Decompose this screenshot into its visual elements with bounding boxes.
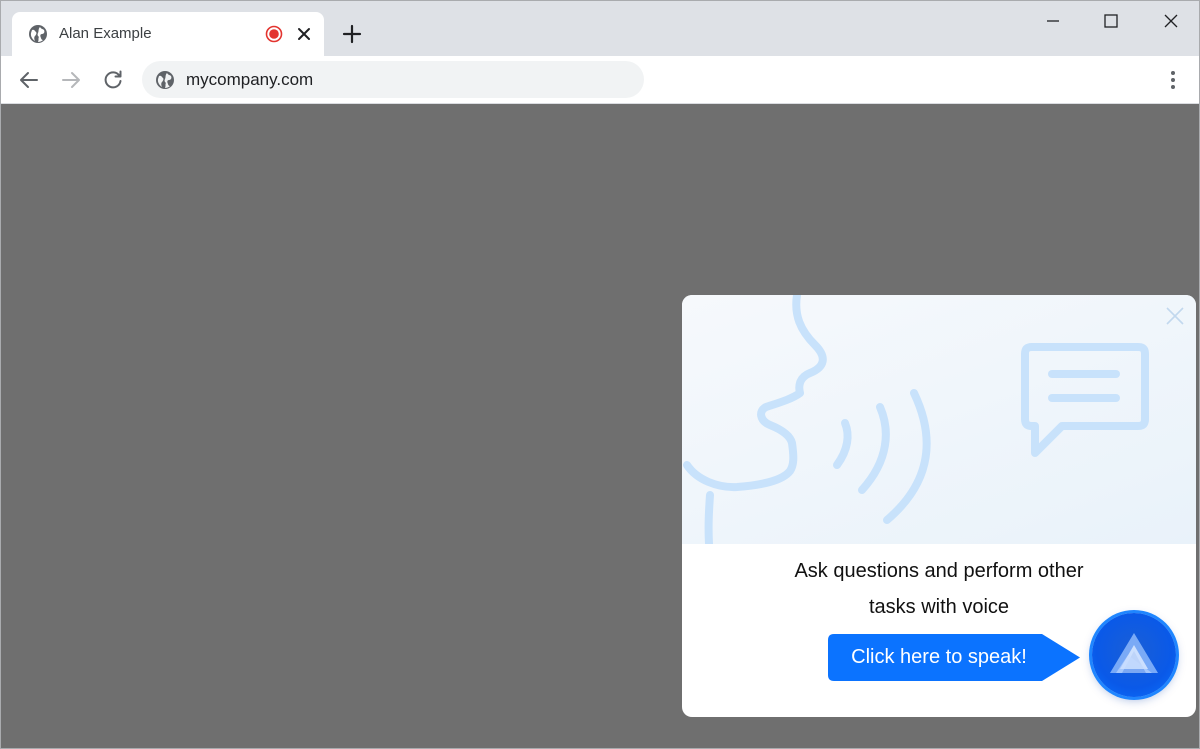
back-arrow-icon[interactable] [17,68,41,92]
globe-icon [156,71,174,89]
tab-strip: Alan Example [1,1,1199,56]
speaking-face-illustration [683,295,1149,548]
globe-icon [29,25,47,43]
voice-assistant-popup: Ask questions and perform other tasks wi… [682,295,1196,717]
address-bar[interactable]: mycompany.com [142,61,644,98]
browser-window: Alan Example mycompany.com Ask questions… [0,0,1200,749]
popup-message: Ask questions and perform other tasks wi… [682,553,1196,625]
popup-close-icon[interactable] [1164,305,1186,327]
reload-icon[interactable] [101,68,125,92]
more-menu-icon[interactable] [1161,68,1185,92]
address-url: mycompany.com [186,70,314,89]
speak-callout-button[interactable]: Click here to speak! [828,634,1080,681]
tab-close-icon[interactable] [295,25,313,43]
forward-arrow-icon[interactable] [59,68,83,92]
alan-voice-button[interactable] [1092,613,1176,697]
voice-illustration [682,295,1196,548]
speak-callout-label: Click here to speak! [851,646,1027,668]
window-close-icon[interactable] [1161,11,1181,31]
minimize-icon[interactable] [1043,11,1063,31]
recording-icon [265,25,283,43]
maximize-icon[interactable] [1101,11,1121,31]
new-tab-icon[interactable] [341,23,363,45]
alan-logo-icon [1110,633,1158,673]
tab-title: Alan Example [59,25,152,42]
browser-toolbar: mycompany.com [1,56,1199,104]
popup-message-line: Ask questions and perform other [794,560,1084,582]
browser-tab[interactable]: Alan Example [12,12,324,56]
